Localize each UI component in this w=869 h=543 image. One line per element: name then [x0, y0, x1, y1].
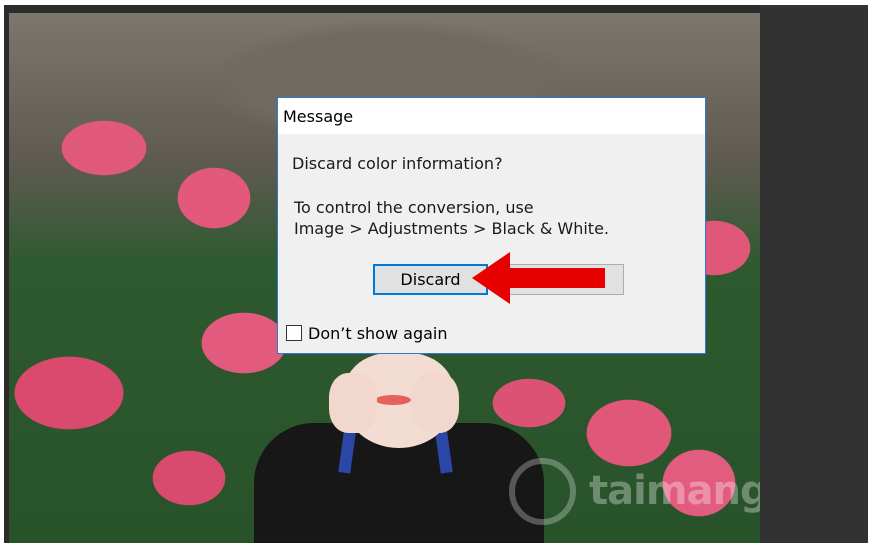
- right-panel: [760, 5, 868, 543]
- dont-show-again-checkbox[interactable]: [286, 325, 302, 341]
- photo-person-hand-left: [329, 373, 377, 433]
- dont-show-again-row[interactable]: Don’t show again: [286, 322, 447, 344]
- dialog-question: Discard color information?: [292, 154, 503, 173]
- photo-person-lips: [375, 395, 411, 405]
- dialog-hint-line1: To control the conversion, use: [294, 198, 534, 217]
- watermark-logo-icon: [509, 458, 576, 525]
- photo-person-hand-right: [411, 373, 459, 433]
- red-arrow-left-icon: [472, 252, 605, 304]
- watermark-text: taimang: [589, 468, 760, 514]
- dont-show-again-label: Don’t show again: [308, 323, 448, 343]
- dialog-title: Message: [283, 107, 354, 126]
- dialog-hint-line2: Image > Adjustments > Black & White.: [294, 219, 610, 238]
- message-dialog: Message Discard color information? To co…: [277, 97, 706, 354]
- dialog-titlebar[interactable]: Message: [278, 98, 705, 134]
